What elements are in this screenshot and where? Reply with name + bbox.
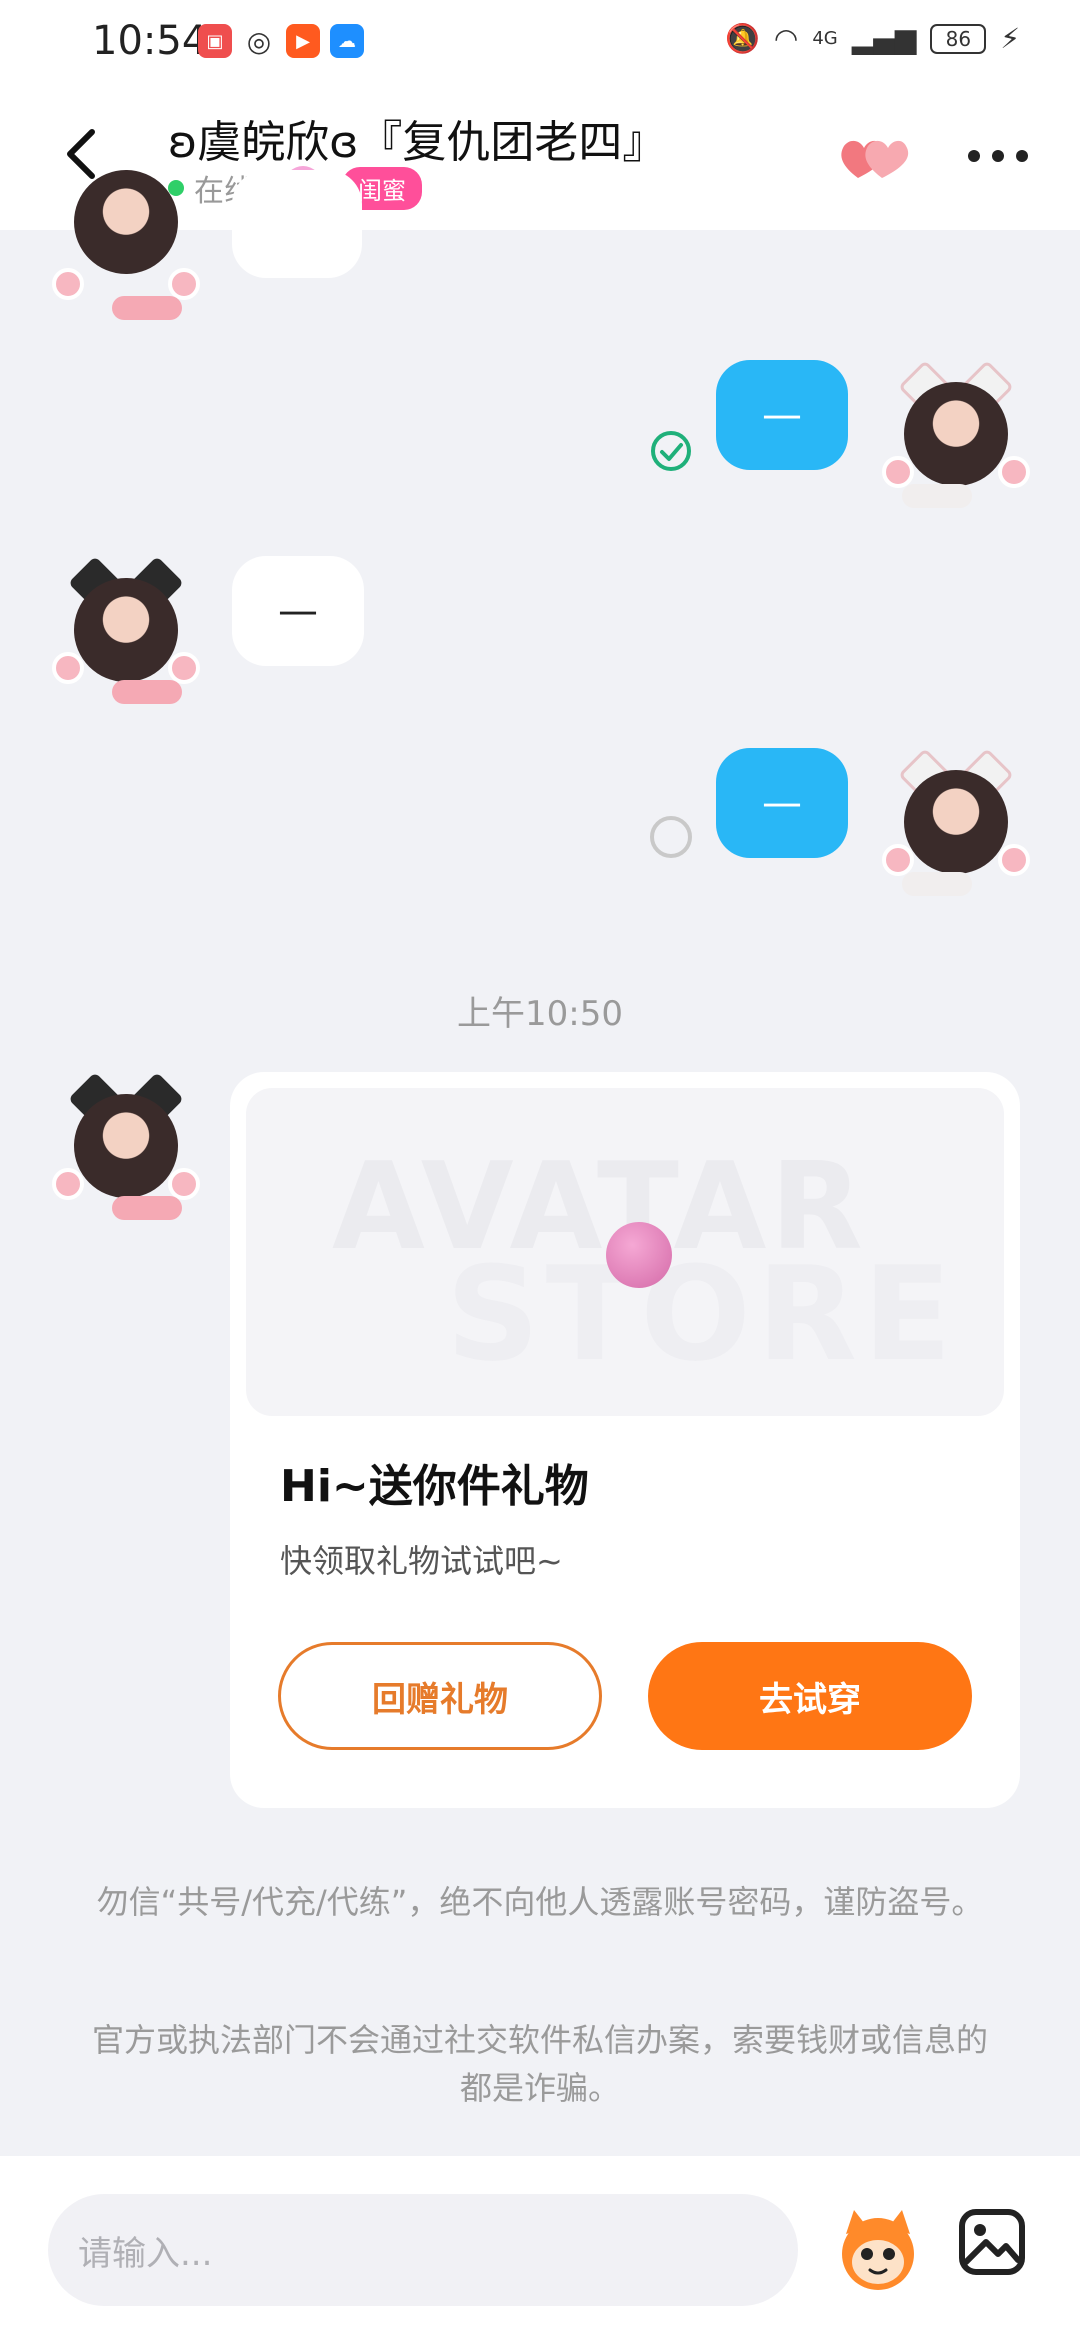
image-icon[interactable] <box>956 2206 1028 2278</box>
network-label: 4G <box>812 28 838 49</box>
my-avatar[interactable] <box>882 360 1030 508</box>
hearts-icon[interactable] <box>838 128 910 184</box>
gift-preview[interactable]: AVATAR STORE <box>246 1088 1004 1416</box>
huawei-app-icon: ▣ <box>198 24 232 58</box>
paw-icon <box>168 1168 200 1200</box>
try-on-button[interactable]: 去试穿 <box>648 1642 972 1750</box>
safety-notice: 官方或执法部门不会通过社交软件私信办案，索要钱财或信息的都是诈骗。 <box>91 2021 988 2107</box>
kuaishou-icon: ▶ <box>286 24 320 58</box>
paw-icon <box>52 268 84 300</box>
incoming-message-bubble[interactable]: — <box>232 556 364 666</box>
paw-icon <box>998 456 1030 488</box>
status-bar: 10:54 ▣ ◎ ▶ ☁ 🔕 ◠ 4G ▂▄▆ 86 ⚡ <box>0 0 1080 84</box>
status-time: 10:54 <box>92 18 208 64</box>
unread-circle-icon <box>650 816 692 858</box>
return-gift-button[interactable]: 回赠礼物 <box>278 1642 602 1750</box>
outgoing-message-bubble[interactable]: — <box>716 748 848 858</box>
avatar-face <box>904 382 1008 486</box>
gift-card[interactable]: AVATAR STORE Hi~送你件礼物 快领取礼物试试吧~ 回赠礼物 去试穿 <box>230 1072 1020 1808</box>
input-bar: 请输入... <box>0 2156 1080 2340</box>
more-dot <box>992 150 1004 162</box>
weather-icon: ☁ <box>330 24 364 58</box>
more-dot <box>968 150 980 162</box>
charging-icon: ⚡ <box>1000 22 1020 55</box>
more-button[interactable] <box>968 150 1028 162</box>
gift-title: Hi~送你件礼物 <box>280 1461 589 1512</box>
loading-ball-icon <box>606 1222 672 1288</box>
more-dot <box>1016 150 1028 162</box>
tail-icon <box>112 680 182 704</box>
avatar-face <box>904 770 1008 874</box>
contact-avatar[interactable] <box>52 556 200 704</box>
gift-subtitle: 快领取礼物试试吧~ <box>280 1542 563 1580</box>
avatar-store-watermark: STORE <box>446 1238 958 1390</box>
battery-icon: 86 <box>930 23 987 54</box>
tail-icon <box>902 872 972 896</box>
contact-avatar[interactable] <box>52 170 200 320</box>
paw-icon <box>882 456 914 488</box>
tail-icon <box>112 296 182 320</box>
safety-notice: 勿信“共号/代充/代练”，绝不向他人透露账号密码，谨防盗号。 <box>96 1883 984 1921</box>
paw-icon <box>168 268 200 300</box>
notification-icons: ▣ ◎ ▶ ☁ <box>198 24 364 58</box>
wechat-icon: ◎ <box>246 24 272 58</box>
system-icons: 🔕 ◠ 4G ▂▄▆ 86 ⚡ <box>725 22 1020 55</box>
contact-avatar[interactable] <box>52 1072 200 1220</box>
avatar-face <box>74 1094 178 1198</box>
read-check-icon <box>651 431 691 471</box>
mute-bell-icon: 🔕 <box>725 22 760 55</box>
my-avatar[interactable] <box>882 748 1030 896</box>
wifi-icon: ◠ <box>773 22 799 55</box>
tail-icon <box>112 1196 182 1220</box>
outgoing-message-bubble[interactable]: — <box>716 360 848 470</box>
paw-icon <box>998 844 1030 876</box>
message-timestamp: 上午10:50 <box>457 994 623 1034</box>
signal-icon: ▂▄▆ <box>851 22 917 55</box>
avatar-face <box>74 170 178 274</box>
message-input[interactable]: 请输入... <box>48 2194 798 2306</box>
contact-name[interactable]: ʚ虞皖欣ɞ『复仇团老四』 <box>168 106 666 170</box>
battery-level: 86 <box>945 26 972 51</box>
incoming-message-bubble[interactable] <box>232 170 362 278</box>
avatar-face <box>74 578 178 682</box>
paw-icon <box>882 844 914 876</box>
tail-icon <box>902 484 972 508</box>
paw-icon <box>52 1168 84 1200</box>
paw-icon <box>168 652 200 684</box>
paw-icon <box>52 652 84 684</box>
mascot-icon[interactable] <box>832 2204 924 2296</box>
